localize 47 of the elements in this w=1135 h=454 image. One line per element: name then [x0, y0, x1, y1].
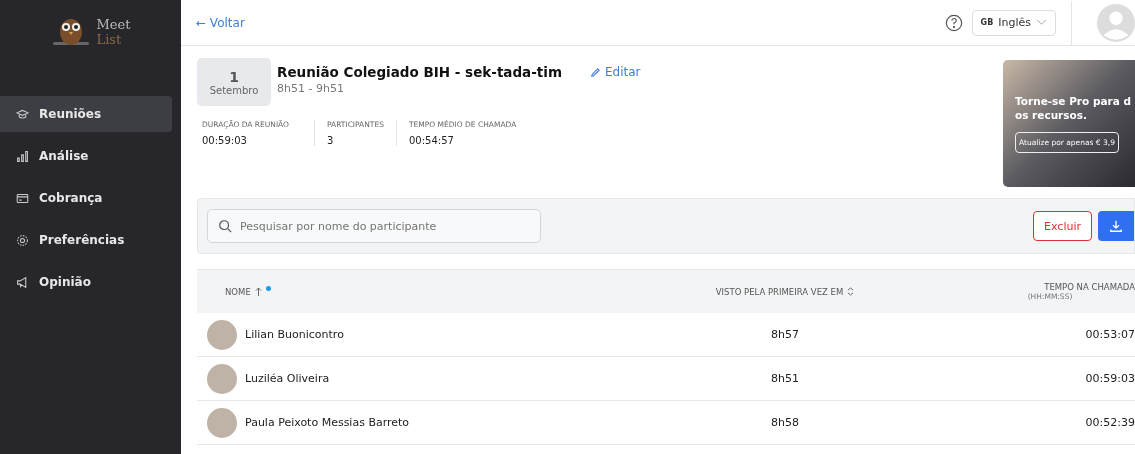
- avatar-placeholder: [207, 407, 237, 438]
- stat-value: 3: [327, 135, 335, 146]
- date-badge: 1 Setembro: [197, 58, 271, 106]
- download-icon: [1109, 219, 1123, 233]
- settings-icon: [16, 233, 29, 247]
- search-field[interactable]: Pesquisar por nome do participante: [207, 209, 541, 243]
- delete-button[interactable]: Excluir: [1033, 211, 1092, 241]
- stat-value: 00:59:03: [202, 135, 248, 146]
- indicator-dot: [265, 286, 271, 291]
- table-cell: 00:53:07: [1085, 328, 1135, 341]
- table-cell: 00:59:03: [1085, 372, 1135, 385]
- participant-name: Luziléa Oliveira: [245, 372, 330, 385]
- chevron-down-icon: [1036, 19, 1047, 26]
- sidebar-item[interactable]: Opinião: [0, 264, 172, 300]
- language-select[interactable]: GB Inglês: [971, 9, 1056, 36]
- sort-arrow-icon[interactable]: [254, 287, 262, 296]
- stat-value: 00:54:57: [408, 135, 455, 146]
- column-header[interactable]: VISTO PELA PRIMEIRA VEZ EM: [715, 286, 844, 297]
- logo-text: Meet: [96, 17, 131, 32]
- meeting-time: 8h51 - 9h51: [277, 82, 345, 95]
- pencil-icon: [589, 66, 601, 78]
- column-header[interactable]: NOME: [225, 286, 251, 297]
- sidebar-item[interactable]: Reuniões: [0, 96, 172, 132]
- sort-icon[interactable]: [847, 287, 855, 296]
- table-cell: 8h58: [771, 416, 799, 429]
- bar-chart-icon: [16, 149, 29, 163]
- table-cell: 8h51: [771, 372, 799, 385]
- avatar-placeholder: [207, 319, 237, 350]
- meeting-title: Reunião Colegiado BIH - sek-tada-tim: [277, 64, 562, 80]
- help-icon[interactable]: [944, 13, 963, 32]
- promo-title: Torne-se Pro para d os recursos.: [1015, 94, 1132, 122]
- participant-name: Paula Peixoto Messias Barreto: [245, 416, 410, 429]
- avatar-placeholder: [207, 363, 237, 394]
- sidebar-item[interactable]: Cobrança: [0, 180, 172, 216]
- megaphone-icon: [16, 275, 29, 289]
- participant-name: Lilian Buonicontro: [245, 328, 344, 341]
- back-link[interactable]: ← Voltar: [196, 15, 245, 30]
- sidebar-item[interactable]: Preferências: [0, 222, 172, 258]
- edit-link[interactable]: Editar: [589, 65, 641, 79]
- table-cell: 00:52:39: [1085, 416, 1135, 429]
- column-header[interactable]: TEMPO NA CHAMADA: [1044, 282, 1135, 292]
- table-cell: 8h57: [771, 328, 799, 341]
- logo-text: List: [96, 32, 123, 47]
- download-button[interactable]: [1098, 211, 1134, 241]
- graduation-cap-icon: [16, 107, 29, 121]
- sidebar-item[interactable]: Análise: [0, 138, 172, 174]
- credit-card-icon: [16, 191, 29, 205]
